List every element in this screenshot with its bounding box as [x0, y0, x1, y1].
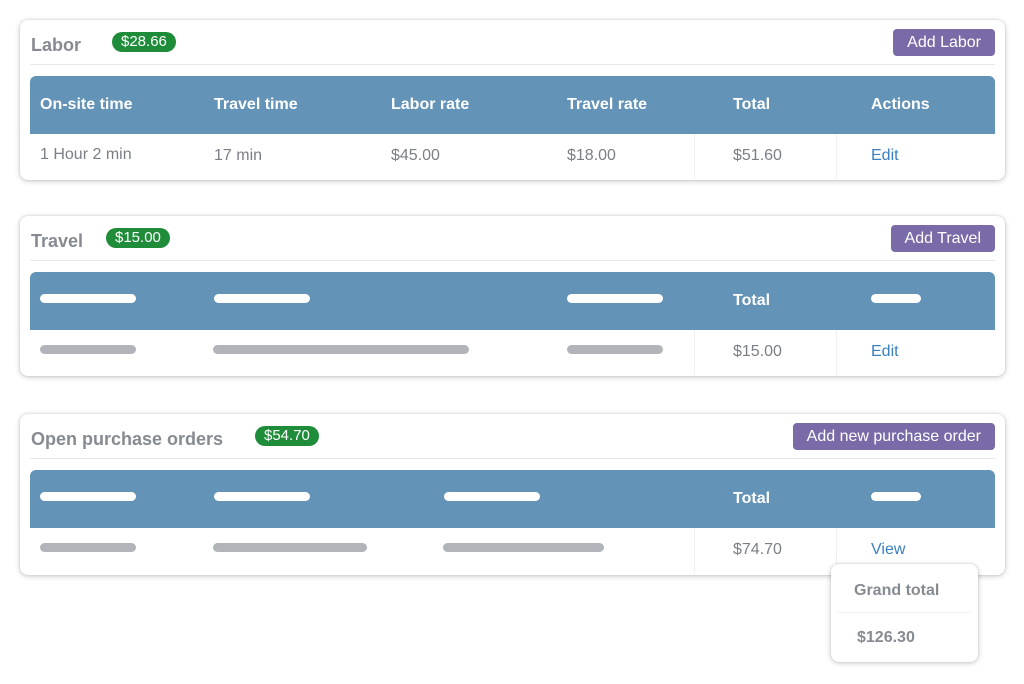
travel-header: Travel $15.00 Add Travel: [30, 216, 995, 261]
travel-table: Total $15.00 Edit: [30, 272, 995, 375]
labor-header: Labor $28.66 Add Labor: [30, 20, 995, 65]
travel-total-badge: $15.00: [106, 228, 170, 248]
add-travel-button[interactable]: Add Travel: [890, 225, 995, 252]
edit-link[interactable]: Edit: [871, 343, 899, 361]
cell-placeholder: [443, 543, 604, 552]
labor-table-header: On-site time Travel time Labor rate Trav…: [30, 76, 995, 134]
labor-table: On-site time Travel time Labor rate Trav…: [30, 76, 995, 179]
purchase-orders-table: Total $74.70 View: [30, 470, 995, 573]
travel-card: Travel $15.00 Add Travel Total $15.00 Ed…: [20, 216, 1005, 376]
header-placeholder: [40, 492, 136, 501]
grand-total-value: $126.30: [857, 629, 915, 646]
cell-placeholder: [40, 345, 136, 354]
column-header-labor-rate: Labor rate: [391, 96, 470, 113]
column-header-total: Total: [733, 490, 771, 507]
cell-placeholder: [567, 345, 663, 354]
purchase-orders-card: Open purchase orders $54.70 Add new purc…: [20, 414, 1005, 575]
travel-table-header: Total: [30, 272, 995, 330]
header-placeholder: [214, 294, 310, 303]
column-header-actions: Actions: [871, 96, 930, 113]
column-header-travel-time: Travel time: [214, 96, 298, 113]
header-placeholder: [871, 492, 921, 501]
column-divider: [694, 134, 695, 179]
grand-total-divider: [838, 612, 971, 613]
column-divider: [836, 330, 837, 375]
grand-total-popover: Grand total $126.30: [831, 564, 978, 662]
purchase-orders-title: Open purchase orders: [31, 429, 224, 449]
header-placeholder: [567, 294, 663, 303]
onsite-time-cell: 1 Hour 2 min: [40, 146, 132, 163]
column-header-total: Total: [733, 292, 771, 309]
labor-title: Labor: [31, 35, 82, 55]
column-header-onsite-time: On-site time: [40, 96, 133, 113]
edit-link[interactable]: Edit: [871, 147, 899, 165]
grand-total-label: Grand total: [854, 582, 940, 599]
total-cell: $15.00: [733, 343, 782, 360]
travel-title: Travel: [31, 231, 84, 251]
add-labor-button[interactable]: Add Labor: [893, 29, 995, 56]
view-link[interactable]: View: [871, 541, 905, 559]
travel-rate-cell: $18.00: [567, 147, 616, 164]
travel-time-cell: 17 min: [214, 147, 263, 164]
labor-total-badge: $28.66: [112, 32, 176, 52]
labor-rate-cell: $45.00: [391, 147, 440, 164]
column-header-travel-rate: Travel rate: [567, 96, 648, 113]
cell-placeholder: [213, 543, 367, 552]
purchase-orders-header: Open purchase orders $54.70 Add new purc…: [30, 414, 995, 459]
table-row: $15.00 Edit: [30, 330, 995, 375]
cell-placeholder: [40, 543, 136, 552]
cell-placeholder: [213, 345, 469, 354]
purchase-orders-table-header: Total: [30, 470, 995, 528]
column-divider: [694, 528, 695, 573]
header-placeholder: [871, 294, 921, 303]
table-row: 1 Hour 2 min 17 min $45.00 $18.00 $51.60…: [30, 134, 995, 179]
labor-card: Labor $28.66 Add Labor On-site time Trav…: [20, 20, 1005, 180]
total-cell: $51.60: [733, 147, 782, 164]
purchase-orders-total-badge: $54.70: [255, 426, 319, 446]
column-header-total: Total: [733, 96, 771, 113]
header-placeholder: [214, 492, 310, 501]
header-placeholder: [40, 294, 136, 303]
header-placeholder: [444, 492, 540, 501]
column-divider: [694, 330, 695, 375]
total-cell: $74.70: [733, 541, 782, 558]
add-purchase-order-button[interactable]: Add new purchase order: [792, 423, 995, 450]
column-divider: [836, 134, 837, 179]
